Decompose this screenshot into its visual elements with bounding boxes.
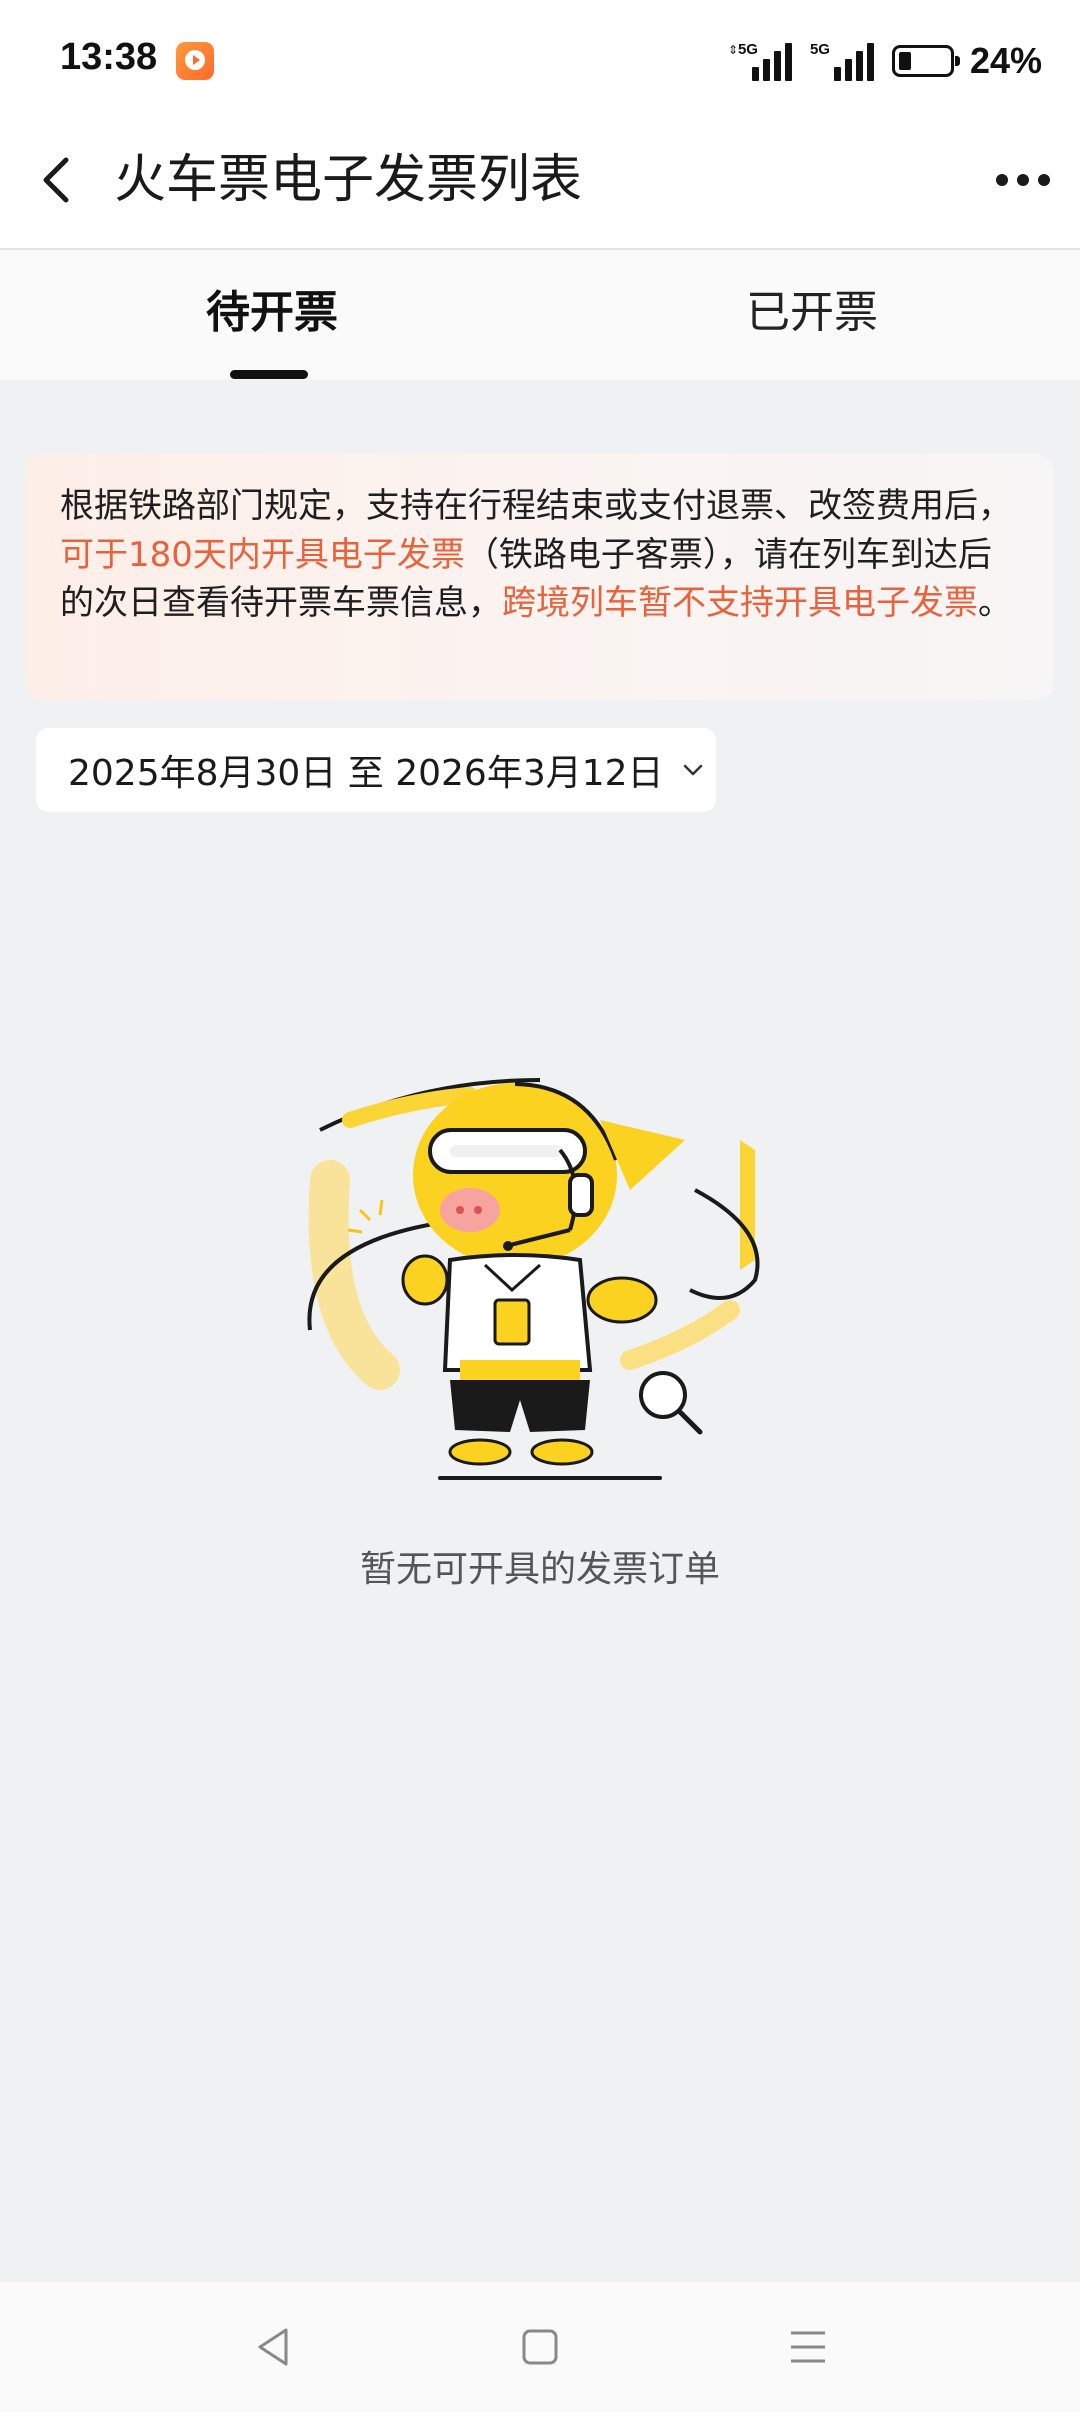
invoice-notice: 根据铁路部门规定，支持在行程结束或支付退票、改签费用后， 可于180天内开具电子发…: [26, 454, 1054, 700]
more-dots-icon: [996, 174, 1050, 186]
navigation-bar: 火车票电子发票列表: [0, 120, 1080, 250]
tab-invoiced[interactable]: 已开票: [746, 288, 878, 338]
signal-label: 5G: [737, 41, 758, 58]
battery-icon: [891, 45, 960, 77]
system-navigation-bar: [0, 2282, 1080, 2412]
date-range-selector[interactable]: 2025年8月30日 至 2026年3月12日: [36, 728, 716, 812]
signal-label: 5G: [809, 41, 830, 58]
tab-pending-invoice[interactable]: 待开票: [206, 288, 338, 338]
app-notification-icon: [176, 42, 214, 80]
chevron-down-icon: [683, 764, 702, 776]
page-title: 火车票电子发票列表: [114, 150, 583, 210]
more-button[interactable]: [988, 150, 1058, 210]
status-indicators: 5G ⇕ 5G 24%: [728, 36, 1042, 86]
notice-text: 根据铁路部门规定，支持在行程结束或支付退票、改签费用后，: [60, 486, 1012, 526]
notice-highlight: 可于180天内开具电子发票: [60, 534, 465, 575]
battery-percent: 24%: [969, 40, 1042, 81]
square-home-icon[interactable]: [515, 2322, 565, 2372]
back-button[interactable]: [30, 150, 90, 210]
empty-state-mascot-illustration: [307, 1078, 760, 1480]
signal-icon: 5G: [810, 41, 876, 81]
empty-state-message: 暂无可开具的发票订单: [359, 1549, 720, 1590]
status-time: 13:38: [60, 36, 158, 78]
notice-highlight: 跨境列车暂不支持开具电子发票: [502, 583, 978, 623]
status-bar: 13:38 5G ⇕ 5G 24%: [0, 0, 1080, 120]
date-range-label: 2025年8月30日 至 2026年3月12日: [68, 753, 664, 794]
signal-icon: 5G ⇕: [728, 41, 794, 81]
chevron-left-icon: [43, 157, 69, 203]
triangle-back-icon[interactable]: [248, 2322, 298, 2372]
notice-text: 。: [978, 583, 1012, 623]
invoice-tabs: 待开票 已开票: [0, 250, 1080, 380]
active-tab-indicator: [230, 370, 308, 379]
hamburger-menu-icon[interactable]: [783, 2322, 833, 2372]
